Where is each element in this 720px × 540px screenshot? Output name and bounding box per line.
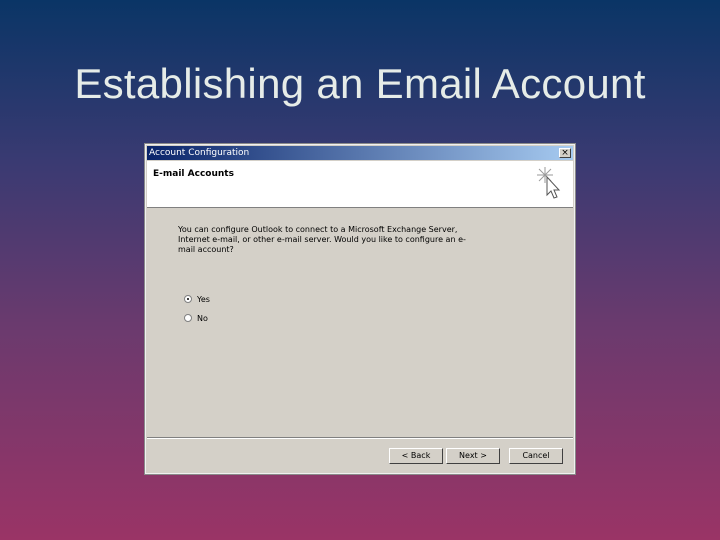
option-yes-label: Yes (197, 294, 210, 304)
sparkle-cursor-icon (537, 167, 561, 199)
header-title: E-mail Accounts (153, 169, 234, 179)
dialog-title: Account Configuration (149, 148, 250, 158)
cancel-button[interactable]: Cancel (509, 448, 563, 464)
next-button[interactable]: Next > (446, 448, 500, 464)
slide-title: Establishing an Email Account (74, 60, 646, 107)
dialog-titlebar: Account Configuration × (147, 146, 573, 160)
option-yes[interactable]: Yes (184, 293, 210, 305)
account-configuration-dialog: Account Configuration × E-mail Accounts … (145, 144, 575, 474)
radio-yes[interactable] (184, 295, 192, 303)
dialog-prompt: You can configure Outlook to connect to … (178, 225, 466, 254)
back-button[interactable]: < Back (389, 448, 443, 464)
radio-no[interactable] (184, 314, 192, 322)
option-no-label: No (197, 313, 208, 323)
option-no[interactable]: No (184, 312, 208, 324)
footer-separator (147, 437, 573, 439)
close-button[interactable]: × (559, 148, 571, 158)
dialog-header: E-mail Accounts (147, 161, 573, 208)
